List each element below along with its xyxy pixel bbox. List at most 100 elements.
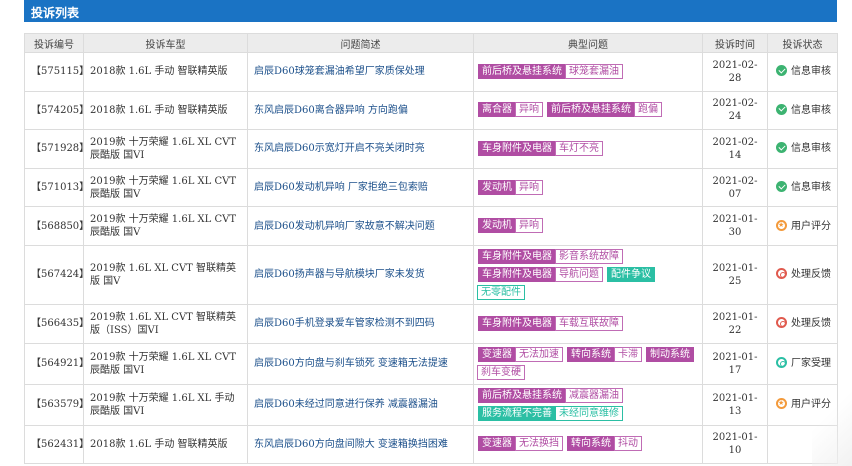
issue-detail-tag[interactable]: 无零配件 bbox=[477, 284, 525, 300]
issue-category-tag[interactable]: 前后桥及悬挂系统 bbox=[478, 387, 566, 403]
typical-issues: 前后桥及悬挂系统 减震器漏油服务流程不完善 未经同意维修 bbox=[473, 383, 703, 426]
star-circle-icon bbox=[776, 397, 787, 410]
table-row[interactable]: 【568850】 2019款 十万荣耀 1.6L XL CVT 辰酷版 国V 启辰D… bbox=[24, 206, 838, 246]
issue-detail-tag[interactable]: 导航问题 bbox=[555, 266, 603, 282]
table-row[interactable]: 【566435】 2019款 1.6L XL CVT 智联精英版（ISS）国VI 启… bbox=[24, 303, 838, 344]
complaint-id: 【571013】 bbox=[24, 167, 89, 208]
issue-detail-tag[interactable]: 球笼套漏油 bbox=[565, 63, 623, 79]
issue-category-tag[interactable]: 制动系统 bbox=[646, 346, 694, 362]
complaint-id: 【564921】 bbox=[24, 342, 89, 385]
complaint-title-link[interactable]: 启辰D60发动机异响厂家故意不解决问题 bbox=[247, 206, 474, 246]
typical-issues: 变速器 无法加速 转向系统 卡滞 制动系统刹车变硬 bbox=[473, 342, 703, 385]
typical-issues: 车身附件及电器 车灯不亮 bbox=[473, 129, 703, 169]
issue-category-tag[interactable]: 车身附件及电器 bbox=[478, 248, 556, 264]
typical-issues: 发动机 异响 bbox=[473, 167, 703, 208]
complaint-status: 信息审核 bbox=[767, 129, 838, 169]
status-label: 处理反馈 bbox=[791, 318, 831, 330]
typical-issues: 离合器 异响 前后桥及悬挂系统 跑偏 bbox=[473, 90, 703, 131]
issue-detail-tag[interactable]: 异响 bbox=[515, 218, 543, 234]
status-label: 信息审核 bbox=[791, 66, 831, 78]
issue-detail-tag[interactable]: 未经同意维修 bbox=[555, 405, 623, 421]
car-model: 2019款 十万荣耀 1.6L XL CVT 辰酷版 国V bbox=[83, 206, 248, 246]
complaint-id: 【562431】 bbox=[24, 424, 89, 465]
issue-detail-tag[interactable]: 减震器漏油 bbox=[565, 387, 623, 403]
scroll-fade-overlay bbox=[812, 380, 852, 466]
issue-detail-tag[interactable]: 无法换挡 bbox=[515, 436, 563, 452]
car-model: 2018款 1.6L 手动 智联精英版 bbox=[83, 424, 248, 465]
table-row[interactable]: 【571928】 2019款 十万荣耀 1.6L XL CVT 辰酷版 国VI 东风… bbox=[24, 129, 838, 169]
complaint-id: 【571928】 bbox=[24, 129, 89, 169]
issue-category-tag[interactable]: 配件争议 bbox=[607, 266, 655, 282]
complaint-time: 2021-01-13 bbox=[702, 383, 768, 426]
column-header-status: 投诉状态 bbox=[767, 33, 838, 53]
issue-category-tag[interactable]: 变速器 bbox=[478, 346, 516, 362]
complaint-id: 【567424】 bbox=[24, 244, 89, 305]
issue-detail-tag[interactable]: 异响 bbox=[515, 102, 543, 118]
section-header: 投诉列表 bbox=[24, 0, 837, 22]
typical-issues: 前后桥及悬挂系统 球笼套漏油 bbox=[473, 52, 703, 92]
complaint-status: 信息审核 bbox=[767, 52, 838, 92]
issue-detail-tag[interactable]: 刹车变硬 bbox=[477, 364, 525, 380]
issue-detail-tag[interactable]: 异响 bbox=[515, 179, 543, 195]
issue-detail-tag[interactable]: 抖动 bbox=[614, 436, 642, 452]
status-label: 信息审核 bbox=[791, 182, 831, 194]
complaint-id: 【575115】 bbox=[24, 52, 89, 92]
issue-detail-tag[interactable]: 车灯不亮 bbox=[555, 140, 603, 156]
typical-issues: 发动机 异响 bbox=[473, 206, 703, 246]
car-model: 2018款 1.6L 手动 智联精英版 bbox=[83, 52, 248, 92]
complaint-time: 2021-02-28 bbox=[702, 52, 768, 92]
issue-category-tag[interactable]: 车身附件及电器 bbox=[478, 315, 556, 331]
typical-issues: 车身附件及电器 影音系统故障车身附件及电器 导航问题 配件争议无零配件 bbox=[473, 244, 703, 305]
complaint-title-link[interactable]: 东风启辰D60示宽灯开启不亮关闭时亮 bbox=[247, 129, 474, 169]
complaint-title-link[interactable]: 启辰D60方向盘与刹车锁死 变速箱无法提速 bbox=[247, 342, 474, 385]
column-header-model: 投诉车型 bbox=[83, 33, 248, 53]
status-label: 信息审核 bbox=[791, 104, 831, 116]
issue-category-tag[interactable]: 转向系统 bbox=[567, 346, 615, 362]
issue-detail-tag[interactable]: 跑偏 bbox=[634, 102, 662, 118]
feedback-circle-icon bbox=[776, 317, 787, 329]
complaint-title-link[interactable]: 启辰D60手机登录爱车管家检测不到四码 bbox=[247, 303, 474, 344]
issue-detail-tag[interactable]: 车载互联故障 bbox=[555, 315, 623, 331]
issue-category-tag[interactable]: 车身附件及电器 bbox=[478, 140, 556, 156]
complaint-title-link[interactable]: 启辰D60发动机异响 厂家拒绝三包索赔 bbox=[247, 167, 474, 208]
feedback-circle-icon bbox=[776, 268, 787, 280]
table-row[interactable]: 【564921】 2019款 十万荣耀 1.6L XL CVT 辰酷版 国VI 启辰… bbox=[24, 342, 838, 385]
table-row[interactable]: 【571013】 2019款 十万荣耀 1.6L XL CVT 辰酷版 国V 启辰D… bbox=[24, 167, 838, 208]
car-model: 2019款 十万荣耀 1.6L XL CVT 辰酷版 国V bbox=[83, 167, 248, 208]
table-row[interactable]: 【567424】 2019款 1.6L XL CVT 智联精英版 国V 启辰D60扬… bbox=[24, 244, 838, 305]
status-label: 厂家受理 bbox=[791, 358, 831, 370]
issue-category-tag[interactable]: 发动机 bbox=[478, 218, 516, 234]
column-header-typical-issues: 典型问题 bbox=[473, 33, 703, 53]
issue-category-tag[interactable]: 变速器 bbox=[478, 436, 516, 452]
issue-detail-tag[interactable]: 卡滞 bbox=[614, 346, 642, 362]
issue-detail-tag[interactable]: 影音系统故障 bbox=[555, 248, 623, 264]
check-circle-icon bbox=[776, 65, 787, 77]
car-model: 2019款 十万荣耀 1.6L XL 手动 辰酷版 国VI bbox=[83, 383, 248, 426]
issue-category-tag[interactable]: 前后桥及悬挂系统 bbox=[478, 63, 566, 79]
table-row[interactable]: 【562431】 2018款 1.6L 手动 智联精英版 东风启辰D60方向盘间隙大… bbox=[24, 424, 838, 465]
car-model: 2019款 十万荣耀 1.6L XL CVT 辰酷版 国VI bbox=[83, 129, 248, 169]
complaint-title-link[interactable]: 启辰D60球笼套漏油希望厂家质保处理 bbox=[247, 52, 474, 92]
issue-category-tag[interactable]: 离合器 bbox=[478, 102, 516, 118]
complaint-time: 2021-01-25 bbox=[702, 244, 768, 305]
table-row[interactable]: 【574205】 2018款 1.6L 手动 智联精英版 东风启辰D60离合器异响 … bbox=[24, 90, 838, 131]
complaint-time: 2021-01-30 bbox=[702, 206, 768, 246]
complaint-id: 【574205】 bbox=[24, 90, 89, 131]
issue-detail-tag[interactable]: 无法加速 bbox=[515, 346, 563, 362]
issue-category-tag[interactable]: 服务流程不完善 bbox=[478, 405, 556, 421]
issue-category-tag[interactable]: 发动机 bbox=[478, 179, 516, 195]
complaint-title-link[interactable]: 启辰D60扬声器与导航模块厂家未发货 bbox=[247, 244, 474, 305]
status-label: 处理反馈 bbox=[791, 269, 831, 281]
table-row[interactable]: 【563579】 2019款 十万荣耀 1.6L XL 手动 辰酷版 国VI 启辰D… bbox=[24, 383, 838, 426]
column-header-id: 投诉编号 bbox=[24, 33, 84, 53]
complaint-title-link[interactable]: 东风启辰D60方向盘间隙大 变速箱换挡困难 bbox=[247, 424, 474, 465]
complaint-title-link[interactable]: 启辰D60未经过同意进行保养 减震器漏油 bbox=[247, 383, 474, 426]
table-row[interactable]: 【575115】 2018款 1.6L 手动 智联精英版 启辰D60球笼套漏油希望厂… bbox=[24, 52, 838, 92]
complaint-title-link[interactable]: 东风启辰D60离合器异响 方向跑偏 bbox=[247, 90, 474, 131]
issue-category-tag[interactable]: 车身附件及电器 bbox=[478, 266, 556, 282]
complaint-id: 【566435】 bbox=[24, 303, 89, 344]
issue-category-tag[interactable]: 转向系统 bbox=[567, 436, 615, 452]
issue-category-tag[interactable]: 前后桥及悬挂系统 bbox=[547, 102, 635, 118]
check-circle-icon bbox=[776, 103, 787, 115]
check-circle-icon bbox=[776, 142, 787, 154]
